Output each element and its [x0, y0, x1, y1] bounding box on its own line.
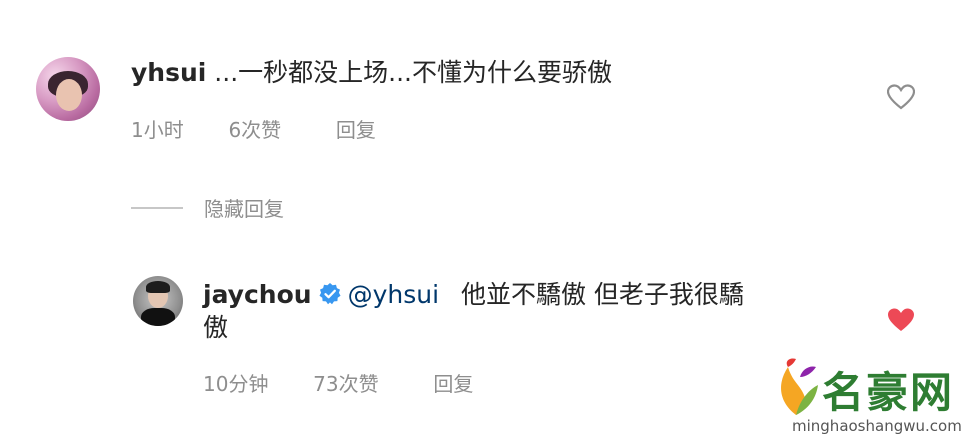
- reply-button[interactable]: 回复: [433, 372, 473, 396]
- comment-text: ...一秒都没上场...不懂为什么要骄傲: [214, 58, 612, 87]
- hidden-replies-divider: [131, 207, 183, 209]
- comment-text: 他並不驕傲 但老子我很驕: [460, 280, 744, 309]
- mention-link[interactable]: @yhsui: [348, 280, 439, 309]
- avatar-body: [141, 308, 175, 326]
- avatar-yhsui[interactable]: [36, 57, 100, 121]
- avatar-jaychou[interactable]: [133, 276, 183, 326]
- comment-likes[interactable]: 73次赞: [313, 372, 378, 396]
- leaf-logo-icon: [781, 358, 818, 415]
- verified-badge-icon: [319, 283, 341, 305]
- comment-time: 1小时: [131, 118, 184, 142]
- heart-filled-icon[interactable]: [887, 307, 915, 333]
- comment-likes[interactable]: 6次赞: [228, 118, 281, 142]
- comment-meta-yhsui: 1小时 6次赞 回复: [131, 114, 376, 143]
- watermark-url: minghaoshangwu.com: [792, 417, 962, 435]
- comment-username[interactable]: jaychou: [203, 280, 312, 309]
- comment-meta-jaychou: 10分钟 73次赞 回复: [203, 368, 473, 397]
- watermark-title: 名豪网: [822, 368, 955, 417]
- comment-text-continued: 傲: [203, 313, 229, 342]
- reply-button[interactable]: 回复: [336, 118, 376, 142]
- avatar-hair: [146, 281, 170, 293]
- watermark: 名豪网 minghaoshangwu.com: [770, 355, 962, 441]
- comment-yhsui: yhsui ...一秒都没上场...不懂为什么要骄傲: [131, 56, 612, 90]
- comment-time: 10分钟: [203, 372, 269, 396]
- hidden-replies-toggle[interactable]: 隐藏回复: [204, 193, 284, 222]
- heart-outline-icon[interactable]: [887, 84, 915, 110]
- comment-username[interactable]: yhsui: [131, 58, 206, 87]
- avatar-face: [56, 79, 82, 111]
- comment-jaychou: jaychou @yhsui 他並不驕傲 但老子我很驕: [203, 278, 744, 312]
